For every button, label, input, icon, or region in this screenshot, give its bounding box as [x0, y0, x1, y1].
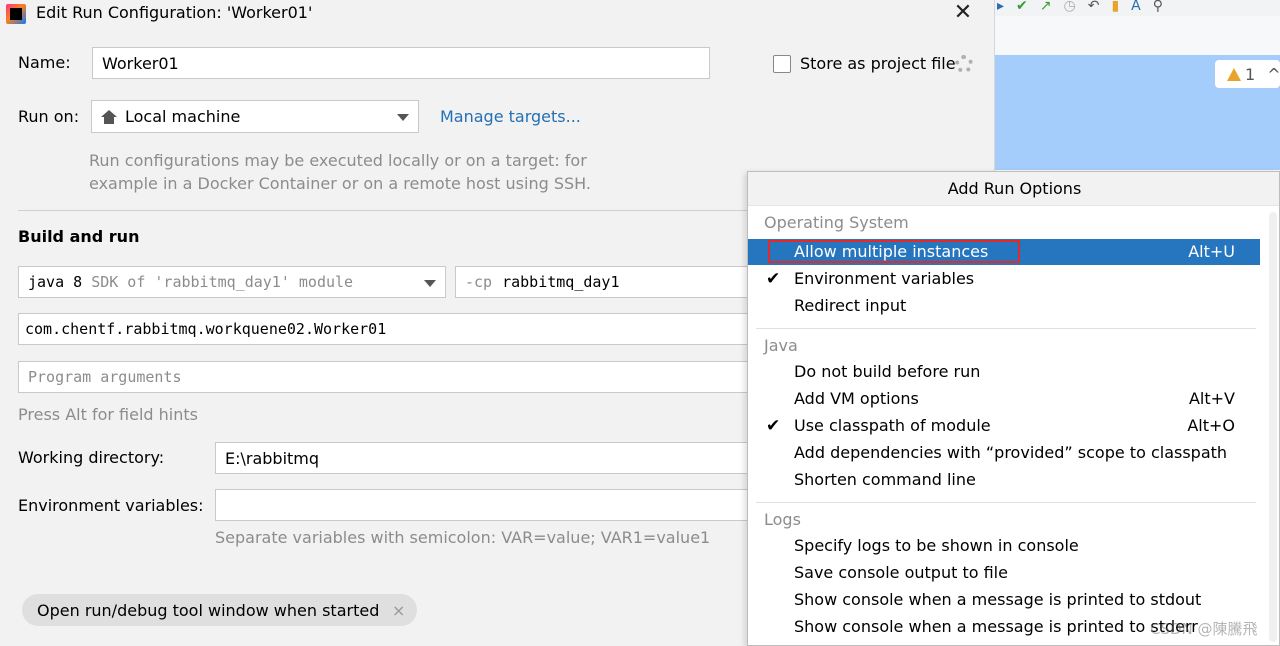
- jdk-select[interactable]: java 8 SDK of 'rabbitmq_day1' module: [18, 266, 446, 298]
- option-show-console-stdout[interactable]: Show console when a message is printed t…: [748, 587, 1260, 613]
- ide-toolbar: ▸ ✔ ↗ ◷ ↶ ▮ A ⚲: [995, 0, 1280, 16]
- check-icon: ✔: [766, 416, 781, 436]
- option-label: Save console output to file: [794, 563, 1008, 582]
- chevron-down-icon: [397, 114, 409, 121]
- option-save-console-output[interactable]: Save console output to file: [748, 560, 1260, 586]
- home-icon: [101, 109, 117, 124]
- run-on-select[interactable]: Local machine: [91, 100, 419, 133]
- watermark-text: CSDN @陳騰飛: [1150, 620, 1258, 638]
- name-value: Worker01: [102, 53, 179, 73]
- option-label: Environment variables: [794, 269, 975, 288]
- close-icon[interactable]: ✕: [950, 0, 976, 26]
- cp-value: rabbitmq_day1: [502, 273, 620, 291]
- history-icon[interactable]: ◷: [1064, 0, 1076, 13]
- option-shortcut: Alt+U: [1188, 242, 1235, 261]
- option-environment-variables[interactable]: ✔ Environment variables: [748, 266, 1260, 292]
- chip-close-icon[interactable]: ×: [392, 601, 405, 620]
- check-icon: ✔: [766, 269, 781, 289]
- option-label: Do not build before run: [794, 362, 981, 381]
- run-on-hint-line-1: Run configurations may be executed local…: [89, 151, 587, 170]
- translate-icon[interactable]: A: [1131, 0, 1141, 13]
- name-label: Name:: [18, 53, 71, 72]
- name-input[interactable]: Worker01: [92, 47, 710, 79]
- toolbar-icon[interactable]: ▸: [997, 0, 1004, 13]
- chevron-down-icon: [424, 280, 436, 287]
- popup-title: Add Run Options: [748, 172, 1279, 206]
- run-on-value: Local machine: [125, 107, 241, 126]
- option-label: Redirect input: [794, 296, 907, 315]
- gear-icon[interactable]: [955, 55, 973, 73]
- option-add-vm-options[interactable]: Add VM options Alt+V: [748, 386, 1260, 412]
- build-and-run-heading: Build and run: [18, 227, 140, 246]
- intellij-logo-icon: [6, 4, 26, 24]
- cp-flag: -cp: [465, 273, 493, 291]
- environment-variables-hint: Separate variables with semicolon: VAR=v…: [215, 528, 711, 547]
- group-java: Java: [764, 336, 798, 355]
- warning-badge[interactable]: 1 ^: [1215, 60, 1280, 88]
- classpath-module-select[interactable]: -cp rabbitmq_day1: [455, 266, 755, 298]
- open-tool-window-chip[interactable]: Open run/debug tool window when started …: [22, 594, 418, 626]
- add-run-options-popup: Add Run Options Operating System Allow m…: [747, 171, 1280, 646]
- option-label: Use classpath of module: [794, 416, 991, 435]
- option-redirect-input[interactable]: Redirect input: [748, 293, 1260, 319]
- chevron-up-icon: ^: [1267, 64, 1280, 84]
- bookmark-icon[interactable]: ▮: [1111, 0, 1119, 13]
- option-label: Shorten command line: [794, 470, 976, 489]
- option-label: Add dependencies with “provided” scope t…: [794, 443, 1228, 462]
- working-directory-value: E:\rabbitmq: [225, 448, 320, 468]
- option-shortcut: Alt+O: [1187, 416, 1235, 435]
- store-as-project-checkbox[interactable]: [773, 55, 791, 73]
- option-label: Show console when a message is printed t…: [794, 617, 1198, 636]
- working-directory-input[interactable]: E:\rabbitmq: [215, 442, 755, 474]
- search-icon[interactable]: ⚲: [1153, 0, 1163, 13]
- option-do-not-build[interactable]: Do not build before run: [748, 359, 1260, 385]
- field-hints-text: Press Alt for field hints: [18, 405, 198, 424]
- option-shorten-command-line[interactable]: Shorten command line: [748, 467, 1260, 493]
- store-as-project-label[interactable]: Store as project file: [800, 54, 956, 73]
- option-add-provided-dependencies[interactable]: Add dependencies with “provided” scope t…: [748, 440, 1260, 466]
- manage-targets-link[interactable]: Manage targets...: [440, 107, 581, 126]
- working-directory-label: Working directory:: [18, 448, 165, 467]
- environment-variables-input[interactable]: [215, 489, 755, 521]
- warning-count: 1: [1245, 64, 1256, 84]
- group-separator: [756, 502, 1256, 503]
- program-arguments-input[interactable]: Program arguments: [18, 361, 755, 393]
- jdk-version: java 8: [28, 273, 83, 291]
- arrow-icon[interactable]: ↗: [1040, 0, 1052, 13]
- popup-scrollbar[interactable]: [1269, 212, 1277, 642]
- program-arguments-placeholder: Program arguments: [28, 368, 182, 386]
- warning-icon: [1227, 67, 1241, 81]
- option-label: Add VM options: [794, 389, 919, 408]
- dialog-title: Edit Run Configuration: 'Worker01': [36, 3, 313, 22]
- option-use-classpath-of-module[interactable]: ✔ Use classpath of module Alt+O: [748, 413, 1260, 439]
- main-class-value: com.chentf.rabbitmq.workquene02.Worker01: [25, 320, 387, 338]
- undo-icon[interactable]: ↶: [1088, 0, 1100, 13]
- option-specify-logs[interactable]: Specify logs to be shown in console: [748, 533, 1260, 559]
- check-icon[interactable]: ✔: [1016, 0, 1028, 13]
- option-label: Allow multiple instances: [794, 242, 989, 261]
- group-separator: [756, 328, 1256, 329]
- run-on-hint-line-2: example in a Docker Container or on a re…: [89, 174, 591, 193]
- environment-variables-label: Environment variables:: [18, 496, 204, 515]
- group-logs: Logs: [764, 510, 801, 529]
- chip-label: Open run/debug tool window when started: [37, 600, 380, 620]
- run-on-label: Run on:: [18, 107, 80, 126]
- option-label: Specify logs to be shown in console: [794, 536, 1079, 555]
- group-operating-system: Operating System: [764, 213, 909, 232]
- option-shortcut: Alt+V: [1188, 389, 1235, 408]
- main-class-input[interactable]: com.chentf.rabbitmq.workquene02.Worker01: [18, 313, 755, 345]
- option-label: Show console when a message is printed t…: [794, 590, 1202, 609]
- option-allow-multiple-instances[interactable]: Allow multiple instances Alt+U: [748, 239, 1260, 265]
- jdk-description: SDK of 'rabbitmq_day1' module: [91, 273, 354, 291]
